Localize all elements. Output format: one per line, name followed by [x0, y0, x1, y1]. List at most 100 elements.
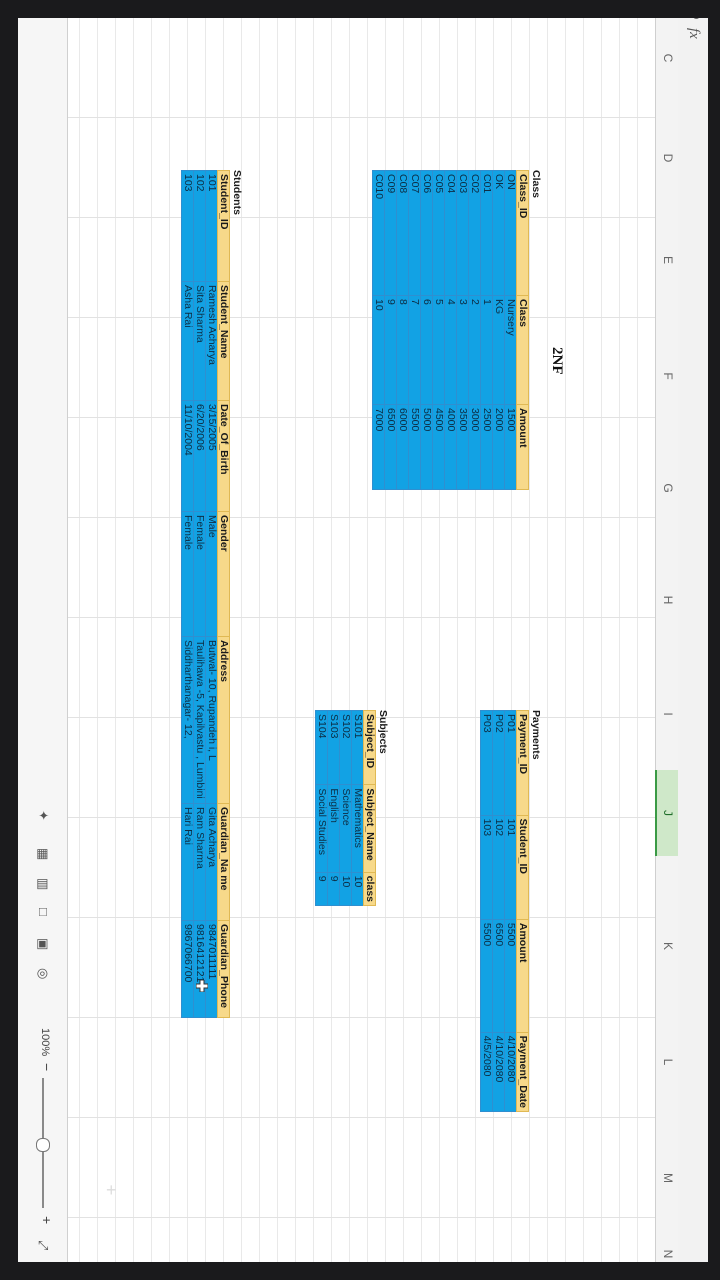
table-cell[interactable]: Science — [339, 784, 352, 873]
table-cell[interactable]: Hari Rai — [181, 803, 194, 921]
header-cell[interactable]: Payment_Date — [516, 1032, 529, 1112]
table-cell[interactable]: 9 — [327, 872, 340, 906]
table-cell[interactable]: 4/5/2080 — [480, 1032, 493, 1112]
table-cell[interactable]: 5 — [432, 295, 445, 405]
table-cell[interactable]: 3 — [456, 295, 469, 405]
normal-view-icon[interactable]: ▥ — [35, 878, 51, 890]
fullscreen-icon[interactable]: ⤢ — [35, 1240, 51, 1250]
table-cell[interactable]: 5500 — [504, 919, 517, 1033]
magnifier-icon[interactable]: ⚲ — [686, 18, 703, 20]
table-cell[interactable]: Gita Acharya — [205, 803, 218, 921]
table-cell[interactable]: 5500 — [408, 404, 421, 490]
column-header-h[interactable]: H — [661, 590, 675, 610]
table-cell[interactable]: 102 — [492, 815, 505, 920]
table-cell[interactable]: Butwal- 10, Rupandeh i, L — [205, 636, 218, 804]
table-cell[interactable]: 9867066700 — [181, 920, 194, 1018]
header-cell[interactable]: Student_Name — [217, 281, 230, 401]
table-cell[interactable]: 6000 — [396, 404, 409, 490]
accessibility-icon[interactable]: ✦ — [35, 810, 51, 821]
table-cell[interactable]: 9 — [315, 872, 328, 906]
table-cell[interactable]: 101 — [205, 170, 218, 282]
header-cell[interactable]: Guardian_Phone — [217, 920, 230, 1018]
display-settings-icon[interactable]: ◎ — [35, 968, 51, 979]
column-header-c[interactable]: C — [661, 48, 675, 68]
page-layout-icon[interactable]: □ — [36, 908, 51, 916]
table-cell[interactable]: 11/10/2004 — [181, 400, 194, 512]
header-cell[interactable]: Student_ID — [217, 170, 230, 282]
column-header-j[interactable]: J — [655, 770, 678, 856]
table-cell[interactable]: 5000 — [420, 404, 433, 490]
table-cell[interactable]: Nursery — [504, 295, 517, 405]
table-cell[interactable]: 2500 — [480, 404, 493, 490]
header-cell[interactable]: Amount — [516, 919, 529, 1033]
table-cell[interactable]: C07 — [408, 170, 421, 296]
table-cell[interactable]: Asha Rai — [181, 281, 194, 401]
table-cell[interactable]: English — [327, 784, 340, 873]
table-cell[interactable]: C05 — [432, 170, 445, 296]
zoom-level-label[interactable]: 100% — [39, 1028, 51, 1056]
table-cell[interactable]: S103 — [327, 710, 340, 785]
table-cell[interactable]: 2 — [468, 295, 481, 405]
table-cell[interactable]: 9847011111 — [205, 920, 218, 1018]
table-cell[interactable]: C02 — [468, 170, 481, 296]
fx-icon[interactable]: fx — [685, 28, 702, 39]
table-cell[interactable]: C06 — [420, 170, 433, 296]
page-break-icon[interactable]: ▣ — [35, 938, 51, 950]
header-cell[interactable]: Class_ID — [516, 170, 529, 296]
header-cell[interactable]: Subject_ID — [363, 710, 376, 785]
table-cell[interactable]: 4 — [444, 295, 457, 405]
table-cell[interactable]: 101 — [504, 815, 517, 920]
column-header-g[interactable]: G — [661, 478, 675, 498]
zoom-slider-handle[interactable] — [36, 1138, 50, 1152]
header-cell[interactable]: Class — [516, 295, 529, 405]
table-cell[interactable]: C010 — [372, 170, 385, 296]
column-header-n[interactable]: N — [661, 1244, 675, 1262]
table-cell[interactable]: Ramesh Acharya — [205, 281, 218, 401]
table-cell[interactable]: 3/15/2005 — [205, 400, 218, 512]
table-cell[interactable]: 6 — [420, 295, 433, 405]
header-cell[interactable]: Date_Of_Birth — [217, 400, 230, 512]
table-cell[interactable]: C01 — [480, 170, 493, 296]
table-cell[interactable]: 4500 — [432, 404, 445, 490]
table-cell[interactable]: Siddharthanagar- 12, — [181, 636, 194, 804]
column-header-l[interactable]: L — [661, 1052, 675, 1072]
add-sheet-icon[interactable]: + — [106, 1180, 117, 1201]
table-cell[interactable]: 7 — [408, 295, 421, 405]
table-cell[interactable]: S104 — [315, 710, 328, 785]
table-cell[interactable]: Female — [193, 511, 206, 637]
table-cell[interactable]: 3000 — [468, 404, 481, 490]
zoom-out-icon[interactable]: − — [39, 1063, 55, 1071]
table-cell[interactable]: C04 — [444, 170, 457, 296]
column-header-k[interactable]: K — [661, 936, 675, 956]
table-cell[interactable]: C09 — [384, 170, 397, 296]
table-cell[interactable]: S101 — [351, 710, 364, 785]
table-cell[interactable]: Sita Sharma — [193, 281, 206, 401]
header-cell[interactable]: Amount — [516, 404, 529, 490]
table-cell[interactable]: Social Studies — [315, 784, 328, 873]
table-cell[interactable]: 102 — [193, 170, 206, 282]
sheet-layout-icon[interactable]: ▦ — [35, 848, 51, 860]
table-cell[interactable]: P01 — [504, 710, 517, 816]
table-cell[interactable]: OK — [492, 170, 505, 296]
header-cell[interactable]: Gender — [217, 511, 230, 637]
cell-grid[interactable]: 2NF Class Class_ID Class Amount ON Nurser… — [68, 18, 655, 1262]
header-cell[interactable]: Payment_ID — [516, 710, 529, 816]
table-cell[interactable]: 9816412121 — [193, 920, 206, 1018]
table-cell[interactable]: 6500 — [384, 404, 397, 490]
table-cell[interactable]: P03 — [480, 710, 493, 816]
table-cell[interactable]: 4000 — [444, 404, 457, 490]
header-cell[interactable]: class — [363, 872, 376, 906]
zoom-in-icon[interactable]: + — [39, 1216, 55, 1224]
table-cell[interactable]: Male — [205, 511, 218, 637]
table-cell[interactable]: 6/20/2006 — [193, 400, 206, 512]
table-cell[interactable]: 4/10/2080 — [492, 1032, 505, 1112]
table-cell[interactable]: 10 — [339, 872, 352, 906]
table-cell[interactable]: 103 — [480, 815, 493, 920]
table-cell[interactable]: KG — [492, 295, 505, 405]
table-cell[interactable]: 2000 — [492, 404, 505, 490]
table-cell[interactable]: Female — [181, 511, 194, 637]
table-cell[interactable]: 6500 — [492, 919, 505, 1033]
column-header-m[interactable]: M — [661, 1168, 675, 1188]
header-cell[interactable]: Student_ID — [516, 815, 529, 920]
table-cell[interactable]: Taulihawa -5, Kapilvastu , Lumbini — [193, 636, 206, 804]
